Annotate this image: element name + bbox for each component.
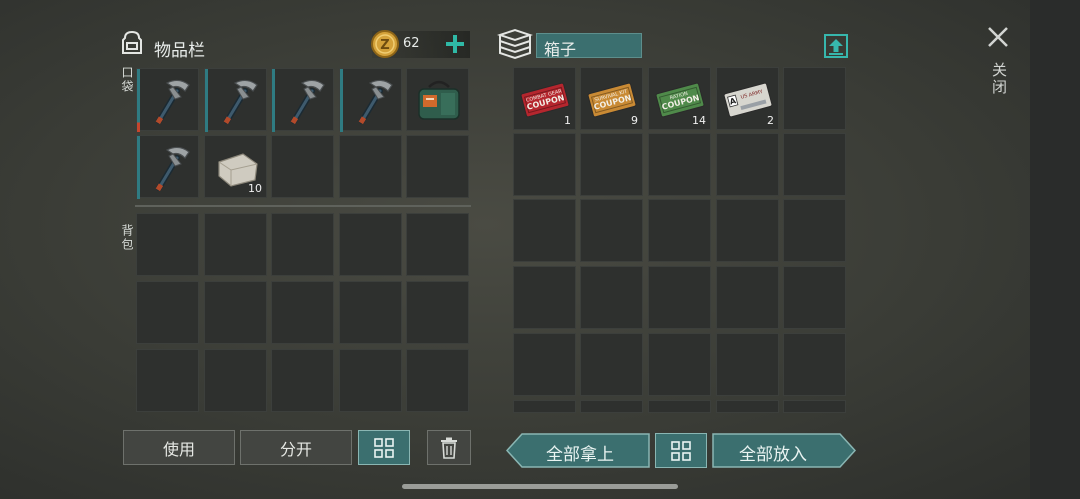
box-slot[interactable] (513, 266, 576, 329)
use-button[interactable]: 使用 (123, 430, 235, 465)
take-all-label: 全部拿上 (546, 445, 614, 465)
inventory-slot[interactable] (136, 135, 199, 199)
box-slot[interactable] (648, 400, 711, 413)
backpack-slot[interactable] (204, 281, 267, 344)
coin-panel: Z 62 (371, 30, 470, 58)
box-slot[interactable] (783, 266, 846, 329)
backpack-label: 背包 (120, 224, 134, 252)
item-count: 9 (631, 114, 638, 127)
inventory-title: 物品栏 (154, 41, 205, 61)
box-slot[interactable] (580, 133, 643, 196)
pocket-label: 口袋 (120, 66, 134, 94)
box-slot[interactable] (716, 199, 779, 262)
box-slot[interactable] (716, 400, 779, 413)
section-divider (135, 205, 471, 207)
box-slot[interactable]: RATION COUPON 14 (648, 67, 711, 130)
backpack-slot[interactable] (406, 213, 469, 276)
item-count: 14 (692, 114, 706, 127)
inventory-slot[interactable] (406, 135, 469, 198)
split-button[interactable]: 分开 (240, 430, 352, 465)
grid-sort-icon (671, 440, 691, 461)
box-slot[interactable] (513, 199, 576, 262)
box-slot[interactable] (716, 333, 779, 396)
right-edge-shade (1030, 0, 1080, 499)
inventory-slot[interactable] (271, 135, 334, 198)
item-count: 10 (248, 182, 262, 195)
box-slot[interactable] (513, 400, 576, 413)
box-slot[interactable] (783, 333, 846, 396)
backpack-slot[interactable] (136, 213, 199, 276)
sort-box-button[interactable] (655, 433, 707, 468)
take-all-button[interactable]: 全部拿上 (506, 433, 650, 468)
inventory-slot[interactable] (406, 68, 469, 131)
inventory-slot[interactable] (136, 68, 199, 132)
backpack-slot[interactable] (136, 281, 199, 344)
container-title: 箱子 (544, 40, 577, 59)
backpack-slot[interactable] (204, 213, 267, 276)
split-button-label: 分开 (279, 439, 312, 459)
durability-bar (340, 69, 343, 132)
box-slot[interactable]: COMBAT GEAR COUPON 1 (513, 67, 576, 130)
backpack-slot[interactable] (339, 281, 402, 344)
delete-button[interactable] (427, 430, 471, 465)
backpack-icon (118, 28, 146, 60)
coin-count: 62 (403, 36, 420, 51)
box-slot[interactable] (716, 266, 779, 329)
backpack-slot[interactable] (271, 213, 334, 276)
box-slot[interactable] (648, 199, 711, 262)
box-slot[interactable] (580, 333, 643, 396)
inventory-slot[interactable]: 10 (204, 135, 267, 198)
inventory-slot[interactable] (339, 135, 402, 198)
box-icon (496, 27, 534, 65)
inventory-slot[interactable] (271, 68, 334, 132)
container-title-field[interactable]: 箱子 (536, 33, 642, 59)
backpack-slot[interactable] (406, 349, 469, 412)
close-icon[interactable] (986, 25, 1010, 53)
backpack-slot[interactable] (339, 213, 402, 276)
box-slot[interactable] (648, 266, 711, 329)
box-slot[interactable]: US ARMY A 2 (716, 67, 779, 130)
box-slot[interactable] (580, 266, 643, 329)
backpack-slot[interactable] (204, 349, 267, 412)
box-slot[interactable] (783, 133, 846, 196)
close-label[interactable]: 关闭 (989, 62, 1010, 96)
box-slot[interactable] (648, 333, 711, 396)
inventory-slot[interactable] (204, 68, 267, 132)
backpack-slot[interactable] (136, 349, 199, 412)
box-slot[interactable] (783, 400, 846, 413)
box-slot[interactable] (513, 333, 576, 396)
backpack-slot[interactable] (271, 349, 334, 412)
durability-bar (272, 69, 275, 132)
add-coins-icon[interactable] (445, 34, 465, 54)
box-slot[interactable] (783, 199, 846, 262)
use-button-label: 使用 (162, 439, 195, 459)
box-slot[interactable] (648, 133, 711, 196)
trash-icon (441, 437, 457, 459)
grid-sort-icon (374, 437, 394, 458)
item-count: 1 (564, 114, 571, 127)
backpack-slot[interactable] (339, 349, 402, 412)
backpack-slot[interactable] (271, 281, 334, 344)
box-slot[interactable] (580, 199, 643, 262)
box-slot[interactable] (513, 133, 576, 196)
durability-bar (137, 136, 140, 199)
put-all-button[interactable]: 全部放入 (712, 433, 856, 468)
home-indicator[interactable] (402, 484, 678, 489)
durability-bar (137, 69, 140, 132)
backpack-slot[interactable] (406, 281, 469, 344)
put-all-label: 全部放入 (739, 445, 807, 465)
sort-inventory-button[interactable] (358, 430, 410, 465)
box-slot[interactable]: SURVIVAL KIT COUPON 9 (580, 67, 643, 130)
box-slot[interactable] (580, 400, 643, 413)
coin-icon: Z (371, 30, 399, 58)
upload-icon[interactable] (823, 33, 849, 63)
svg-text:Z: Z (380, 38, 389, 53)
durability-bar (205, 69, 208, 132)
box-slot[interactable] (716, 133, 779, 196)
inventory-slot[interactable] (339, 68, 402, 132)
box-slot[interactable] (783, 67, 846, 130)
item-count: 2 (767, 114, 774, 127)
